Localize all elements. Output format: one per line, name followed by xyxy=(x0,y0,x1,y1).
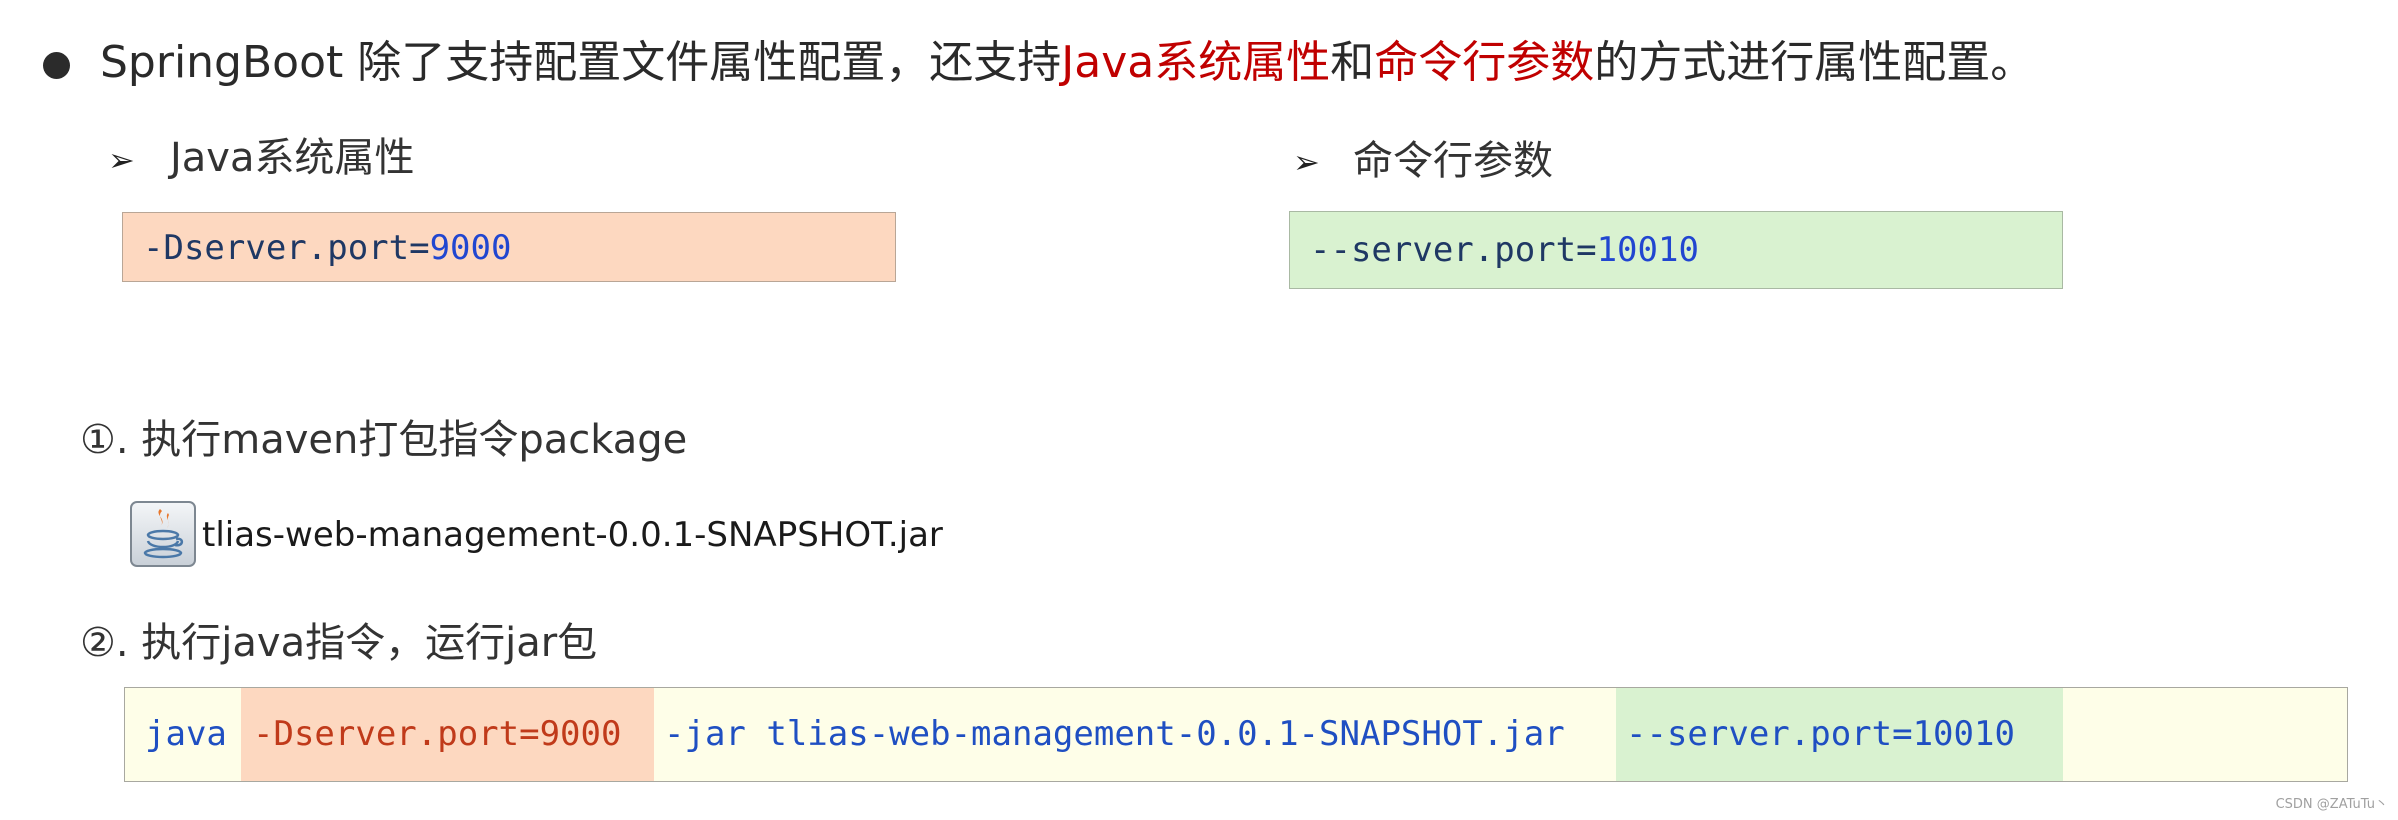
intro-prefix: SpringBoot 除了支持配置文件属性配置，还支持 xyxy=(100,37,1062,88)
arrow-bullet-icon: ➢ xyxy=(1293,143,1320,181)
run-command-box: java -Dserver.port=9000 -jar tlias-web-m… xyxy=(124,687,2348,782)
command-jar-part: -jar tlias-web-management-0.0.1-SNAPSHOT… xyxy=(664,714,1565,754)
cli-args-title: 命令行参数 xyxy=(1353,138,1553,184)
command-java: java xyxy=(145,714,227,754)
java-props-code-value: 9000 xyxy=(429,228,512,268)
command-system-prop: -Dserver.port=9000 xyxy=(241,688,654,781)
cli-args-code-key: --server.port= xyxy=(1310,230,1597,270)
java-jar-file-icon xyxy=(130,501,196,567)
step-1-label: ①. 执行maven打包指令package xyxy=(80,417,688,463)
java-props-code-box: -Dserver.port=9000 xyxy=(122,212,896,282)
intro-highlight-cli-args: 命令行参数 xyxy=(1374,37,1595,88)
jar-file-name[interactable]: tlias-web-management-0.0.1-SNAPSHOT.jar xyxy=(202,505,943,565)
command-cli-arg: --server.port=10010 xyxy=(1616,688,2063,781)
intro-sentence: SpringBoot 除了支持配置文件属性配置，还支持Java系统属性和命令行参… xyxy=(100,30,2034,96)
java-props-code-key: -Dserver.port= xyxy=(143,228,430,268)
watermark: CSDN @ZATuTu丶 xyxy=(2275,797,2388,812)
arrow-bullet-icon: ➢ xyxy=(108,141,135,179)
cli-args-code-box: --server.port=10010 xyxy=(1289,211,2063,289)
bullet-dot xyxy=(43,52,70,79)
intro-highlight-java-props: Java系统属性 xyxy=(1061,37,1331,88)
step-2-label: ②. 执行java指令，运行jar包 xyxy=(80,620,598,666)
cli-args-code-value: 10010 xyxy=(1596,230,1699,270)
java-props-title: Java系统属性 xyxy=(170,135,415,181)
intro-suffix: 的方式进行属性配置。 xyxy=(1594,37,2035,88)
intro-connector: 和 xyxy=(1330,37,1375,88)
